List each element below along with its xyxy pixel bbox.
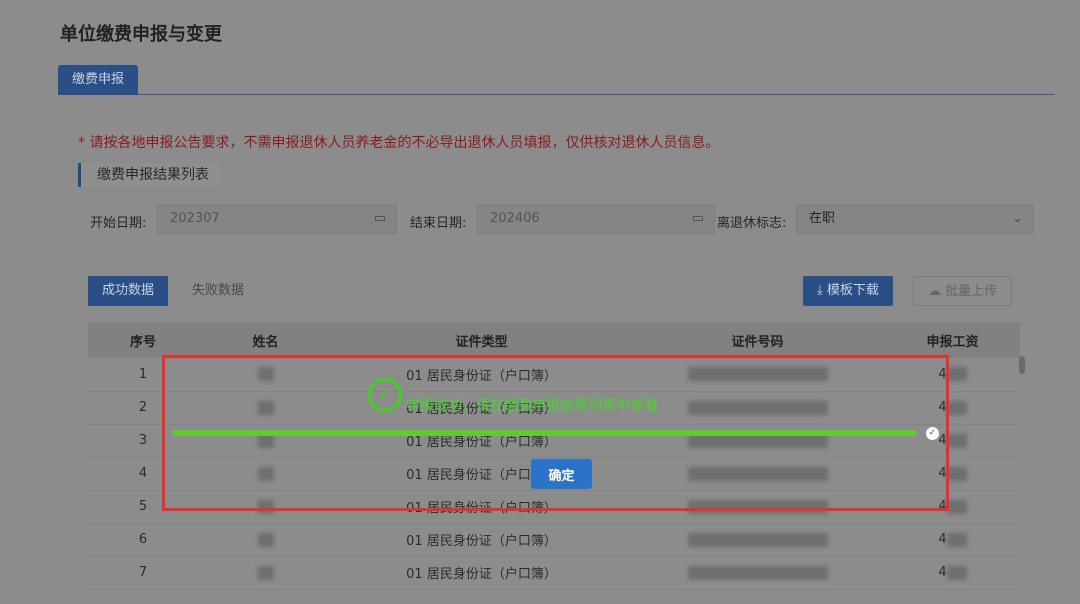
scrollbar[interactable] (1019, 356, 1025, 374)
end-date-label: 结束日期: (410, 216, 467, 231)
retire-flag-label: 离退休标志: (717, 216, 787, 231)
wage-cell: 4 (885, 556, 1020, 590)
name-cell (198, 556, 333, 590)
table-row[interactable]: 6 01 居民身份证（户口簿） 4 (88, 523, 1020, 557)
retire-flag-select[interactable]: 在职 ⌄ (796, 204, 1034, 234)
upload-icon: ☁ (928, 284, 946, 299)
progress-complete-icon: ✓ (926, 427, 939, 440)
id-number-cell (630, 523, 885, 557)
start-date-input[interactable]: 202307 ▭ (157, 204, 397, 234)
section-title: 缴费申报结果列表 (78, 163, 219, 187)
download-icon: ⤓ (817, 283, 827, 298)
name-cell (198, 523, 333, 557)
confirm-button[interactable]: 确定 (531, 459, 592, 489)
row-number: 6 (88, 523, 198, 557)
id-number-cell (630, 556, 885, 590)
batch-upload-button[interactable]: ☁ 批量上传 (913, 276, 1013, 306)
calendar-icon: ▭ (691, 211, 704, 226)
progress-bar (172, 430, 917, 436)
start-date-label: 开始日期: (90, 216, 147, 231)
success-message: 申报成功，请在缴费申报结果列表中查看 (406, 398, 658, 414)
calendar-icon: ▭ (373, 211, 386, 226)
page-title: 单位缴费申报与变更 (60, 24, 222, 45)
table-row[interactable]: 7 01 居民身份证（户口簿） 4 (88, 556, 1020, 590)
chevron-down-icon: ⌄ (1012, 211, 1023, 226)
id-type-cell: 01 居民身份证（户口簿） (333, 523, 630, 557)
template-download-button[interactable]: ⤓ 模板下载 (803, 276, 893, 306)
tab-success-data[interactable]: 成功数据 (88, 276, 169, 306)
tab-fail-data[interactable]: 失败数据 (178, 276, 258, 306)
end-date-input[interactable]: 202406 ▭ (477, 204, 715, 234)
success-check-icon: ✓ (368, 378, 402, 412)
row-number: 7 (88, 556, 198, 590)
id-type-cell: 01 居民身份证（户口簿） (333, 556, 630, 590)
wage-cell: 4 (885, 523, 1020, 557)
tab-bar: 缴费申报 (58, 65, 1055, 95)
tab-payment-declaration[interactable]: 缴费申报 (58, 65, 139, 95)
notice-text: * 请按各地申报公告要求，不需申报退休人员养老金的不必导出退休人员填报，仅供核对… (78, 135, 720, 151)
